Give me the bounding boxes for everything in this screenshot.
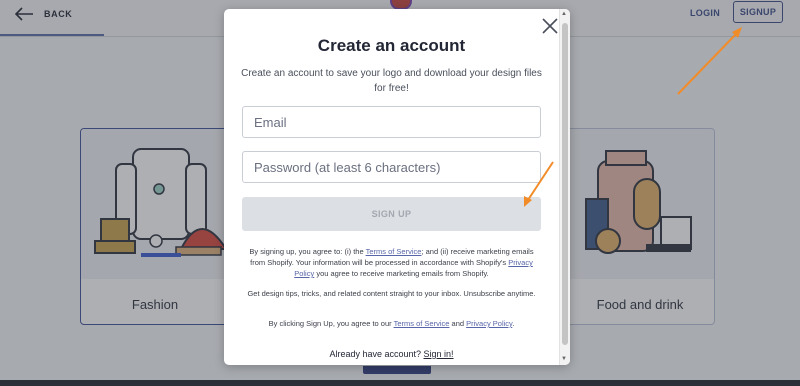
signup-modal: Create an account Create an account to s… xyxy=(224,9,570,365)
legal-text-part: By signing up, you agree to: (i) the xyxy=(249,247,366,256)
modal-title: Create an account xyxy=(317,36,466,55)
terms-of-service-link[interactable]: Terms of Service xyxy=(366,247,422,256)
modal-scrollbar-thumb[interactable] xyxy=(562,23,568,345)
sign-in-link[interactable]: Sign in! xyxy=(424,349,454,359)
legal-text: By signing up, you agree to: (i) the Ter… xyxy=(244,246,539,279)
already-have-account: Already have account? Sign in! xyxy=(224,349,559,359)
sign-up-button[interactable]: SIGN UP xyxy=(242,197,541,231)
scroll-up-icon[interactable]: ▲ xyxy=(561,11,567,17)
agreement-text-part: . xyxy=(512,319,515,328)
privacy-policy-link[interactable]: Privacy Policy xyxy=(466,319,512,328)
design-tips-text: Get design tips, tricks, and related con… xyxy=(247,289,536,298)
email-field[interactable] xyxy=(242,106,541,138)
agreement-text-part: and xyxy=(449,319,467,328)
password-field[interactable] xyxy=(242,151,541,183)
close-icon[interactable] xyxy=(541,17,559,35)
legal-text-part: you agree to receive marketing emails fr… xyxy=(314,269,489,278)
screen-bottom-edge xyxy=(0,380,800,386)
agreement-text-part: By clicking Sign Up, you agree to our xyxy=(268,319,394,328)
terms-of-service-link[interactable]: Terms of Service xyxy=(394,319,450,328)
already-text: Already have account? xyxy=(329,349,424,359)
modal-subtitle: Create an account to save your logo and … xyxy=(241,68,542,94)
scroll-down-icon[interactable]: ▼ xyxy=(561,356,567,362)
sign-up-agreement-text: By clicking Sign Up, you agree to our Te… xyxy=(244,318,539,329)
